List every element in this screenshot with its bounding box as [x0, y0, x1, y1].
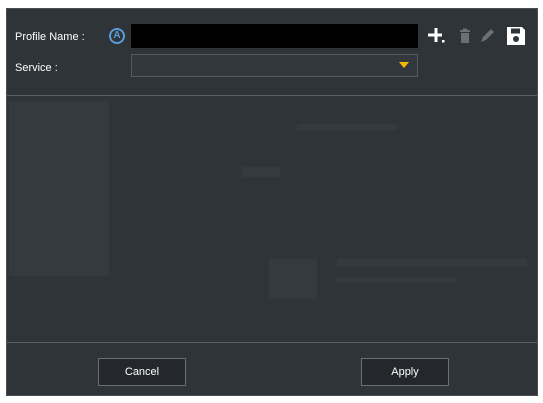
- footer-divider: [7, 342, 537, 343]
- header-divider: [7, 95, 537, 96]
- chevron-down-icon: [399, 62, 409, 68]
- profile-dialog: Profile Name : A Service : Cancel Apply: [6, 8, 538, 396]
- profile-name-input[interactable]: [131, 24, 418, 48]
- pencil-icon[interactable]: [478, 27, 496, 45]
- background-panel: [9, 101, 109, 276]
- background-content: [337, 277, 457, 283]
- apply-button[interactable]: Apply: [361, 358, 449, 386]
- trash-icon[interactable]: [456, 27, 474, 45]
- plus-icon[interactable]: [427, 27, 445, 45]
- service-dropdown[interactable]: [131, 54, 418, 77]
- background-content: [269, 259, 317, 299]
- background-content: [297, 124, 397, 130]
- cancel-button[interactable]: Cancel: [98, 358, 186, 386]
- save-icon[interactable]: [505, 25, 527, 47]
- background-content: [242, 167, 280, 177]
- service-label: Service :: [15, 62, 58, 74]
- profile-name-label: Profile Name :: [15, 31, 85, 43]
- auto-name-icon[interactable]: A: [109, 28, 125, 44]
- background-content: [337, 259, 527, 267]
